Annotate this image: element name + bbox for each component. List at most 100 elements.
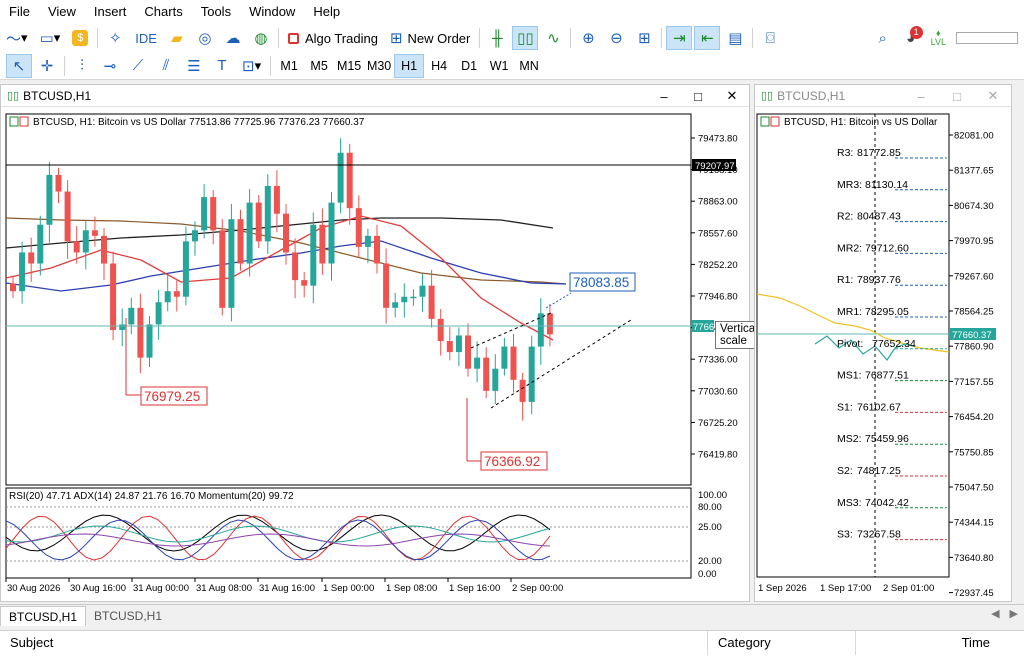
maximize-icon[interactable]: □ [939,89,975,104]
candle-body [219,230,226,308]
zoom-in-icon[interactable]: ⊕ [575,26,601,50]
main-chart-info: BTCUSD, H1: Bitcoin vs US Dollar 77513.8… [33,117,365,128]
bar-chart-icon[interactable]: ╫ [484,26,510,50]
pivot-value: 75459.96 [865,433,909,445]
menu-view[interactable]: View [39,0,85,24]
timeframe-h4[interactable]: H4 [424,54,454,78]
candle-body [337,152,344,203]
main-chart[interactable]: 79473.8079168.1078863.0078557.6078252.20… [1,108,749,602]
bag-icon[interactable]: ▰ [164,26,190,50]
timeframe-m15[interactable]: M15 [334,54,364,78]
candle-body [483,357,490,391]
template-icon[interactable]: ▤ [722,26,748,50]
tab-navigation: ◀ ▶ [981,607,1018,620]
menu-insert[interactable]: Insert [85,0,136,24]
new-order-button[interactable]: ⊞ New Order [385,26,475,50]
profiles-button[interactable]: ▭ ▾ [35,26,66,50]
toolbar-separator [479,28,481,48]
new-order-icon: ⊞ [389,30,403,47]
menu-charts[interactable]: Charts [135,0,191,24]
current-price-label: 7766 [693,322,714,333]
chart-shift-icon[interactable]: ⇤ [694,26,721,50]
timeframe-m5[interactable]: M5 [304,54,334,78]
shapes-button[interactable]: ⊡ ▾ [237,54,266,78]
horizontal-line-icon[interactable]: ⊸ [97,54,123,78]
minimize-icon[interactable]: – [903,89,939,104]
time-axis[interactable]: 30 Aug 2026 30 Aug 16:00 31 Aug 00:00 31 Au… [5,578,563,594]
side-chart-info: BTCUSD, H1: Bitcoin vs US Dollar [784,117,938,128]
ide-button[interactable]: IDE [130,26,162,50]
cursor-icon[interactable]: ↖ [6,53,32,78]
vertical-line-icon[interactable]: ⫶ [69,54,95,78]
maximize-icon[interactable]: □ [681,89,715,104]
text-icon[interactable]: T [209,54,235,78]
menu-file[interactable]: File [0,0,39,24]
price-axis[interactable]: 79473.8079168.1078863.0078557.6078252.20… [691,134,738,461]
timeframe-h1[interactable]: H1 [394,53,425,78]
crosshair-icon[interactable]: ✛ [34,54,60,78]
account-level[interactable]: ♦ LVL [926,26,951,50]
timeframe-mn[interactable]: MN [514,54,544,78]
indicator-tick-label: 80.00 [698,502,722,513]
zoom-out-icon[interactable]: ⊖ [603,26,629,50]
indicator-info: RSI(20) 47.71 ADX(14) 24.87 21.76 16.70 … [9,491,294,502]
minimize-icon[interactable]: – [647,89,681,104]
main-toolbar: 〜 ▾ ▭ ▾ $ ✧ IDE ▰ ◎ ☁ ◍ Algo Trading ⊞ New … [0,24,1024,52]
side-price-tick-label: 80674.30 [954,201,994,212]
pivot-name: S2: [837,465,853,477]
timeframe-m1[interactable]: M1 [274,54,304,78]
side-price-axis[interactable]: 82081.00 81377.65 80674.30 79970.95 79267.60… [949,131,994,600]
menu-tools[interactable]: Tools [192,0,240,24]
side-chart[interactable]: 82081.00 81377.65 80674.30 79970.95 79267.60… [755,108,1011,602]
time-tick-label: 31 Aug 16:00 [259,583,315,594]
algo-trading-icon [287,32,299,44]
line-chart-icon[interactable]: ∿ [540,26,566,50]
candle-body [55,174,62,192]
notifications-icon[interactable]: ◕ 1 [898,26,924,50]
indicator-axis[interactable]: 100.0080.00 25.00 20.00 0.00 [698,490,727,580]
candle-body [428,285,435,319]
timeframe-selector: M1 M5 M15 M30 H1 H4 D1 W1 MN [274,53,544,78]
menu-window[interactable]: Window [240,0,304,24]
candle-body [292,252,299,281]
category-column-header[interactable]: Category [708,631,856,655]
timeframe-d1[interactable]: D1 [454,54,484,78]
side-time-axis[interactable]: 1 Sep 2026 1 Sep 17:00 2 Sep 01:00 [758,583,934,594]
market-watch-icon[interactable]: $ [67,26,93,50]
trend-line-icon[interactable]: ⟋ [125,54,151,78]
time-tick-label: 31 Aug 08:00 [196,583,252,594]
grid-icon[interactable]: ⊞ [631,26,657,50]
tab-btcusd-h1-1[interactable]: BTCUSD,H1 [0,606,87,626]
new-chart-button[interactable]: 〜 ▾ [1,26,33,50]
fibonacci-icon[interactable]: ☰ [181,54,207,78]
subject-column-header[interactable]: Subject [0,631,708,655]
timeframe-m30[interactable]: M30 [364,54,394,78]
pivot-name: MS3: [837,497,862,509]
close-icon[interactable]: ✕ [975,88,1011,104]
candle-body [173,291,180,297]
timeframe-w1[interactable]: W1 [484,54,514,78]
candle-body [383,263,390,308]
tab-next-icon[interactable]: ▶ [1010,608,1018,620]
screenshot-icon[interactable]: ⌼ [757,26,783,50]
candlestick-chart-icon[interactable]: ▯▯ [512,26,539,50]
search-icon[interactable]: ⌕ [870,26,896,50]
close-icon[interactable]: ✕ [715,88,749,104]
vps-icon[interactable]: ◍ [248,26,274,50]
side-price-tick-label: 73640.80 [954,553,994,564]
tab-prev-icon[interactable]: ◀ [991,608,999,620]
indicator-tick-label: 25.00 [698,522,722,533]
menu-help[interactable]: Help [304,0,349,24]
autoscroll-icon[interactable]: ⇥ [666,26,693,50]
tab-btcusd-h1-2[interactable]: BTCUSD,H1 [86,606,170,626]
signal-icon[interactable]: ◎ [192,26,218,50]
cloud-icon[interactable]: ☁ [220,26,246,50]
toolbar-separator [277,28,279,48]
side-price-tick-label: 79267.60 [954,271,994,282]
spark-icon[interactable]: ✧ [102,26,128,50]
candle-body [446,341,453,353]
time-column-header[interactable]: Time [856,631,1024,655]
channel-icon[interactable]: ⫽ [153,54,179,78]
candle-body [328,202,335,264]
algo-trading-button[interactable]: Algo Trading [283,26,383,50]
